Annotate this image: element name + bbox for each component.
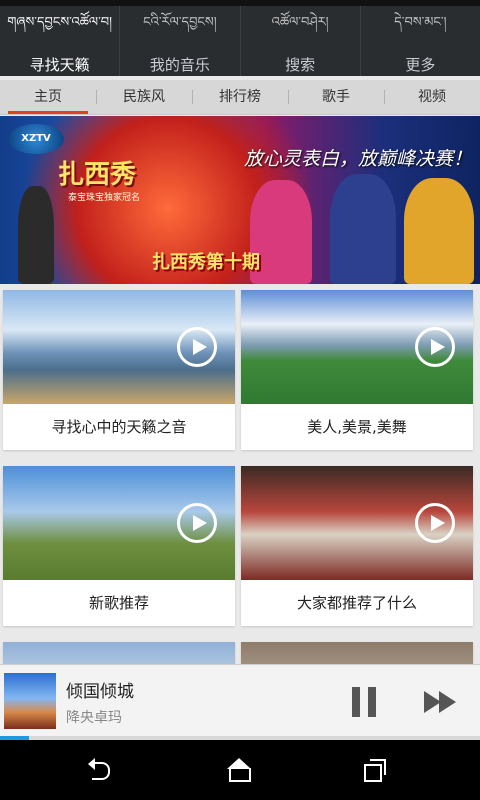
play-icon[interactable]: [177, 503, 217, 543]
tab-ethnic-style[interactable]: 民族风: [96, 80, 192, 114]
nav-search[interactable]: འཚོལ་བཤེར། 搜索: [241, 6, 361, 76]
tab-singers[interactable]: 歌手: [288, 80, 384, 114]
card-thumbnail: [241, 466, 473, 580]
nav-more-tibetan: དེ་བས་མང་།: [394, 15, 447, 30]
card-new-songs[interactable]: 新歌推荐: [3, 466, 235, 626]
banner-show-title: 扎西秀: [58, 160, 137, 190]
banner-sponsor: 泰宝珠宝独家冠名: [68, 193, 141, 203]
card-caption: 新歌推荐: [88, 594, 149, 612]
banner-performer-3: [330, 174, 396, 284]
mini-player[interactable]: 倾国倾城 降央卓玛: [0, 664, 480, 737]
card-thumbnail: [241, 290, 473, 404]
banner-slogan: 放心灵表白，放巅峰决赛！: [243, 148, 472, 170]
tab-home[interactable]: 主页: [0, 80, 96, 114]
recent-apps-icon[interactable]: [362, 758, 388, 782]
card-find-heavenly-sound[interactable]: 寻找心中的天籁之音: [3, 290, 235, 450]
category-tabs: 主页 民族风 排行榜 歌手 视频: [0, 80, 480, 115]
tab-videos[interactable]: 视频: [384, 80, 480, 114]
nav-more-label: 更多: [405, 56, 436, 74]
nav-more[interactable]: དེ་བས་མང་། 更多: [361, 6, 480, 76]
nav-search-tibetan: འཚོལ་བཤེར།: [271, 15, 329, 30]
nav-find-music[interactable]: གཞས་དབྱངས་འཚོལ་བ། 寻找天籁: [0, 6, 121, 76]
play-icon[interactable]: [415, 327, 455, 367]
now-playing-title: 倾国倾城: [66, 682, 134, 702]
xztv-logo: XZTV: [8, 124, 64, 154]
card-caption: 寻找心中的天籁之音: [51, 418, 187, 436]
nav-search-label: 搜索: [285, 56, 316, 74]
card-thumbnail: [3, 466, 235, 580]
card-partial-right[interactable]: [241, 642, 473, 664]
nav-find-music-label: 寻找天籁: [29, 56, 90, 74]
banner-performer-1: [18, 186, 54, 284]
play-icon[interactable]: [177, 327, 217, 367]
card-beauty-scenery-dance[interactable]: 美人,美景,美舞: [241, 290, 473, 450]
nav-my-music[interactable]: ངའི་རོལ་དབྱངས། 我的音乐: [120, 6, 241, 76]
card-caption: 大家都推荐了什么: [296, 594, 417, 612]
card-thumbnail: [3, 642, 235, 664]
featured-banner[interactable]: XZTV 扎西秀 泰宝珠宝独家冠名 放心灵表白，放巅峰决赛！ 扎西秀第十期: [0, 116, 480, 284]
back-icon[interactable]: [88, 758, 114, 782]
next-icon[interactable]: [424, 691, 458, 713]
nav-my-music-label: 我的音乐: [149, 56, 210, 74]
card-thumbnail: [241, 642, 473, 664]
pause-icon[interactable]: [350, 687, 378, 717]
play-icon[interactable]: [415, 503, 455, 543]
nav-find-music-tibetan: གཞས་དབྱངས་འཚོལ་བ།: [7, 15, 113, 30]
home-icon[interactable]: [226, 758, 252, 782]
top-navigation: གཞས་དབྱངས་འཚོལ་བ། 寻找天籁 ངའི་རོལ་དབྱངས། 我的…: [0, 6, 480, 76]
card-caption: 美人,美景,美舞: [307, 418, 407, 436]
tab-charts[interactable]: 排行榜: [192, 80, 288, 114]
card-partial-left[interactable]: [3, 642, 235, 664]
nav-my-music-tibetan: ངའི་རོལ་དབྱངས།: [143, 15, 217, 30]
system-navigation-bar: [0, 740, 480, 800]
card-everyone-recommends[interactable]: 大家都推荐了什么: [241, 466, 473, 626]
banner-performer-4: [404, 178, 474, 284]
now-playing-artist: 降央卓玛: [66, 710, 122, 726]
album-cover[interactable]: [4, 673, 56, 729]
card-thumbnail: [3, 290, 235, 404]
banner-episode: 扎西秀第十期: [152, 252, 260, 273]
